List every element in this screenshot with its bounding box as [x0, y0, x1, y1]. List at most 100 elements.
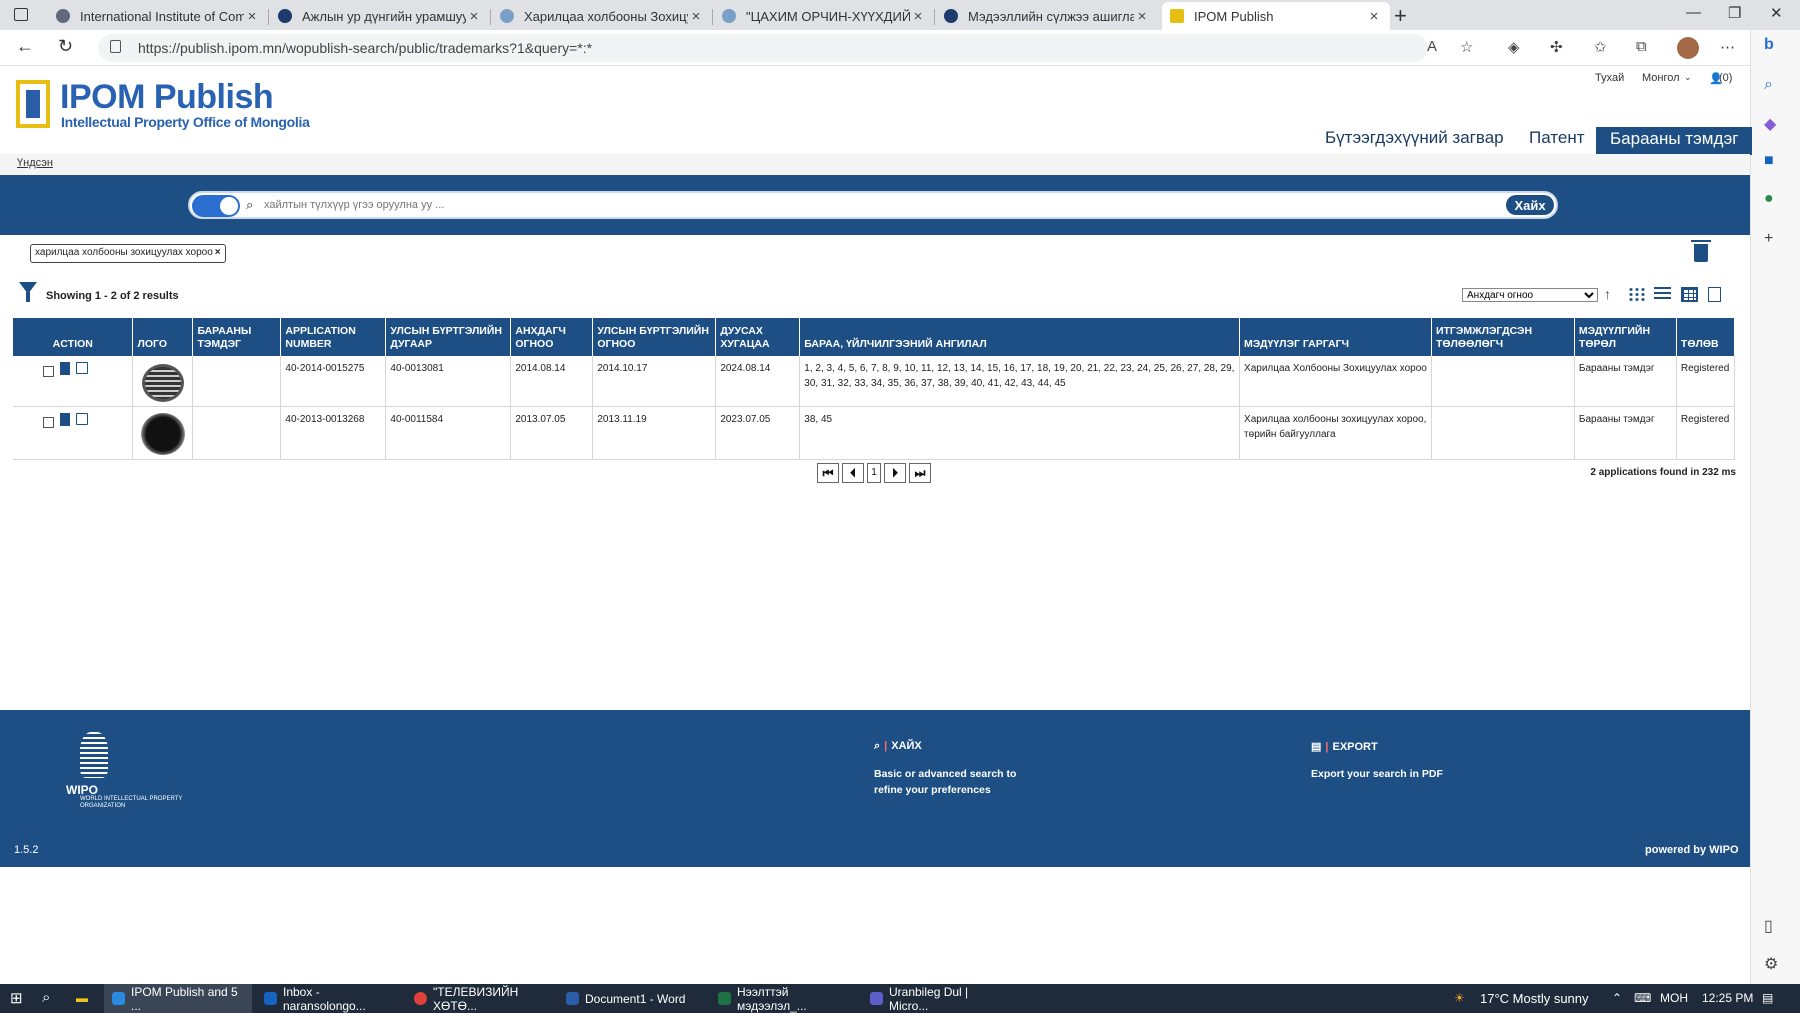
site-title[interactable]: IPOM Publish — [60, 78, 274, 117]
row-checkbox[interactable] — [43, 366, 54, 377]
col-expiry-date[interactable]: ДУУСАХ ХУГАЦАА — [715, 318, 801, 356]
last-page-icon[interactable]: ⏭ — [909, 463, 931, 483]
refresh-icon[interactable]: ↻ — [58, 36, 73, 57]
tab-actions-icon[interactable] — [14, 8, 28, 21]
col-agent[interactable]: ИТГЭМЖЛЭГДСЭН ТӨЛӨӨЛӨГЧ — [1431, 318, 1575, 356]
pdf-export-icon[interactable] — [1708, 287, 1721, 302]
back-icon[interactable]: ← — [16, 36, 34, 57]
favorites-bar-icon[interactable]: ✩ — [1594, 38, 1607, 56]
extension-icon[interactable]: ◈ — [1508, 38, 1520, 56]
taskbar-app-excel[interactable]: Нээлттэй мэдээлэл_... — [710, 984, 860, 1013]
col-type[interactable]: МЭДҮҮЛГИЙН ТӨРӨЛ — [1574, 318, 1677, 356]
trash-icon[interactable] — [1691, 240, 1711, 262]
add-sidebar-icon[interactable]: + — [1764, 230, 1773, 248]
footer-export-heading[interactable]: ▤ | EXPORT — [1311, 740, 1378, 753]
powered-by[interactable]: powered by WIPO — [1645, 844, 1739, 856]
hide-sidebar-icon[interactable]: ▯ — [1764, 916, 1773, 936]
footer-search-heading[interactable]: ⌕ | ХАЙХ — [874, 740, 922, 753]
ipom-logo-icon[interactable] — [16, 80, 50, 128]
new-tab-icon[interactable]: + — [1394, 3, 1407, 29]
sort-select[interactable]: Анхдагч огноо — [1462, 288, 1598, 302]
close-tab-icon[interactable]: × — [688, 8, 704, 25]
close-window-icon[interactable]: ✕ — [1770, 4, 1783, 22]
chevron-down-icon[interactable]: ⌄ — [1684, 72, 1692, 83]
browser-tab[interactable]: International Institute of Commu × — [48, 2, 269, 30]
list-view-icon[interactable] — [1654, 287, 1671, 302]
search-input[interactable] — [264, 195, 1464, 215]
remove-filter-icon[interactable]: × — [215, 247, 221, 258]
taskbar-app-edge[interactable]: IPOM Publish and 5 ... — [104, 984, 252, 1013]
nav-trademark[interactable]: Барааны тэмдэг — [1596, 127, 1753, 155]
browser-tab[interactable]: "ЦАХИМ ОРЧИН-ХҮҮХДИЙН ЭР × — [714, 2, 935, 30]
url-field[interactable]: https://publish.ipom.mn/wopublish-search… — [98, 34, 1428, 62]
puzzle-icon[interactable]: ✣ — [1550, 38, 1563, 56]
nav-patent[interactable]: Патент — [1529, 128, 1585, 156]
language-select[interactable]: Монгол — [1642, 72, 1680, 84]
col-mark[interactable]: БАРААНЫ ТЭМДЭГ — [192, 318, 282, 356]
outlook-icon[interactable]: ■ — [1764, 152, 1774, 170]
document-icon[interactable] — [60, 413, 70, 426]
filter-chip[interactable]: харилцаа холбооны зохицуулах хороо × — [30, 244, 226, 263]
notifications-icon[interactable]: ▤ — [1762, 991, 1773, 1005]
keyboard-icon[interactable]: ⌨ — [1634, 991, 1651, 1005]
read-aloud-icon[interactable]: A — [1427, 38, 1437, 55]
profile-avatar[interactable] — [1677, 37, 1699, 59]
browser-tab[interactable]: Ажлын ур дүнгийн урамшуулал × — [270, 2, 491, 30]
close-tab-icon[interactable]: × — [910, 8, 926, 25]
favorite-icon[interactable]: ☆ — [1460, 38, 1473, 56]
table-row[interactable]: 40-2013-0013268 40-0011584 2013.07.05 20… — [13, 406, 1736, 460]
nav-design[interactable]: Бүтээгдэхүүний загвар — [1325, 128, 1504, 156]
about-link[interactable]: Тухай — [1595, 72, 1624, 84]
row-checkbox[interactable] — [43, 417, 54, 428]
trademark-logo-image[interactable] — [140, 413, 185, 455]
windows-start-icon[interactable]: ⊞ — [10, 989, 23, 1007]
search-sidebar-icon[interactable]: ⌕ — [1764, 76, 1773, 94]
weather-icon[interactable]: ☀ — [1454, 991, 1465, 1005]
tray-chevron-icon[interactable]: ⌃ — [1612, 991, 1622, 1005]
search-button[interactable]: Хайх — [1506, 195, 1554, 215]
breadcrumb-home[interactable]: Үндсэн — [17, 157, 53, 169]
col-status[interactable]: ТӨЛӨВ — [1676, 318, 1736, 356]
document-icon[interactable] — [60, 362, 70, 375]
close-tab-icon[interactable]: × — [1366, 8, 1382, 25]
copilot-icon[interactable]: b — [1764, 36, 1774, 54]
next-page-icon[interactable]: ⏵ — [884, 463, 906, 483]
first-page-icon[interactable]: ⏮ — [817, 463, 839, 483]
taskbar-app-outlook[interactable]: Inbox - naransolongo... — [256, 984, 402, 1013]
col-applicant[interactable]: МЭДҮҮЛЭГ ГАРГАГЧ — [1239, 318, 1432, 356]
open-external-icon[interactable] — [76, 362, 88, 374]
restore-icon[interactable]: ❐ — [1728, 4, 1741, 22]
wipo-logo-icon[interactable] — [80, 732, 108, 778]
trademark-logo-image[interactable] — [141, 364, 184, 402]
current-page[interactable]: 1 — [867, 463, 881, 483]
grid-view-icon[interactable] — [1628, 287, 1645, 302]
col-filing-date[interactable]: АНХДАГЧ ОГНОО — [510, 318, 594, 356]
taskbar-app-word[interactable]: Document1 - Word — [558, 984, 708, 1013]
open-external-icon[interactable] — [76, 413, 88, 425]
filter-icon[interactable] — [19, 282, 37, 302]
advanced-search-toggle[interactable] — [192, 195, 240, 217]
shopping-icon[interactable]: ◆ — [1764, 114, 1776, 134]
close-tab-icon[interactable]: × — [244, 8, 260, 25]
browser-tab[interactable]: Мэдээллийн сүлжээ ашиглах, үй × — [936, 2, 1158, 30]
minimize-icon[interactable]: — — [1686, 4, 1701, 21]
col-application-number[interactable]: APPLICATION NUMBER — [280, 318, 387, 356]
table-view-icon[interactable] — [1681, 287, 1698, 302]
close-tab-icon[interactable]: × — [466, 8, 482, 25]
taskbar-app-chrome[interactable]: "ТЕЛЕВИЗИЙН ХӨТӨ... — [406, 984, 558, 1013]
collections-icon[interactable]: ⧉ — [1636, 38, 1647, 55]
more-menu-icon[interactable]: ⋯ — [1720, 38, 1735, 56]
settings-icon[interactable]: ⚙ — [1764, 954, 1778, 974]
taskbar-app-teams[interactable]: Uranbileg Dul | Micro... — [862, 984, 1014, 1013]
prev-page-icon[interactable]: ⏴ — [842, 463, 864, 483]
file-explorer-icon[interactable]: ▬ — [76, 991, 88, 1005]
sort-direction-icon[interactable]: ↑ — [1604, 286, 1611, 302]
games-icon[interactable]: ● — [1764, 190, 1774, 208]
table-row[interactable]: 40-2014-0015275 40-0013081 2014.08.14 20… — [13, 356, 1736, 407]
close-tab-icon[interactable]: × — [1134, 8, 1150, 25]
col-registration-date[interactable]: УЛСЫН БҮРТГЭЛИЙН ОГНОО — [592, 318, 717, 356]
weather-text[interactable]: 17°C Mostly sunny — [1480, 991, 1589, 1006]
browser-tab-active[interactable]: IPOM Publish × — [1162, 2, 1390, 30]
clock[interactable]: 12:25 PM — [1702, 991, 1753, 1005]
taskbar-search-icon[interactable]: ⌕ — [42, 989, 50, 1006]
